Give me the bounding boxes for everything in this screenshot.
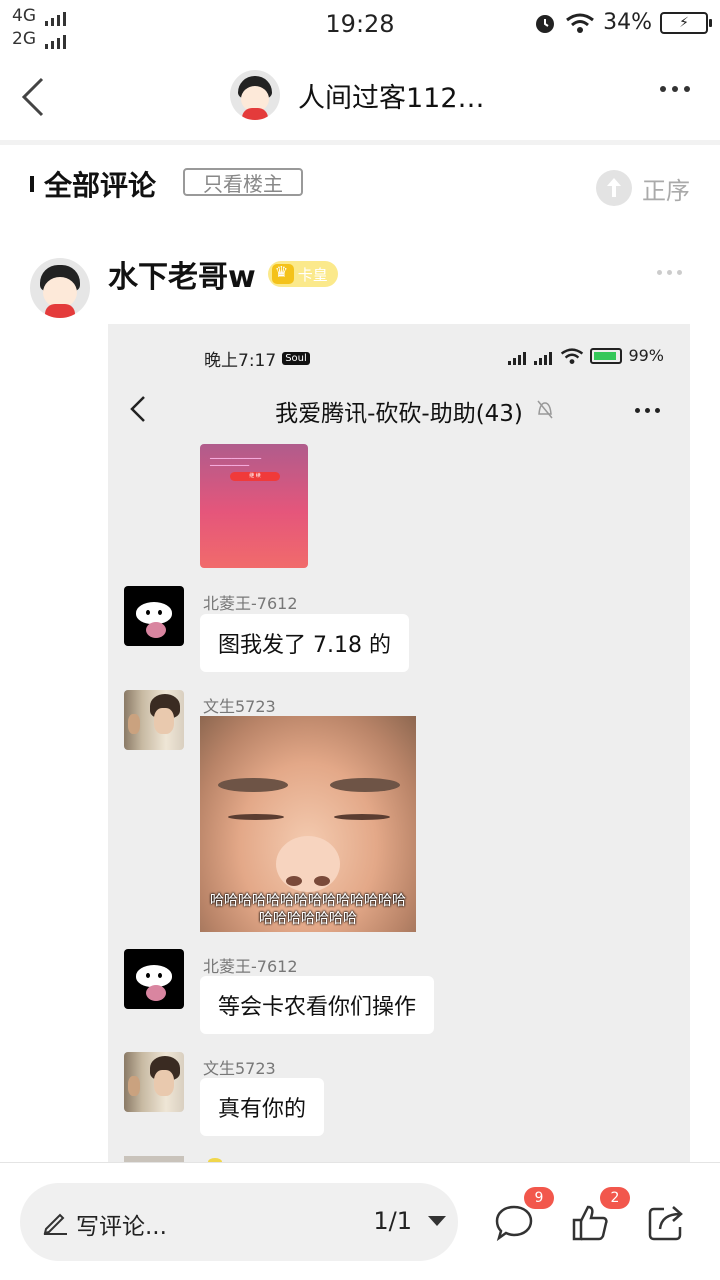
pen-icon (43, 1213, 67, 1235)
battery-percent: 34% (603, 10, 652, 35)
chat-title: 我爱腾讯-砍砍-助助(43) (275, 401, 523, 427)
comment-icon[interactable] (494, 1203, 534, 1243)
like-icon[interactable] (570, 1203, 610, 1243)
share-icon[interactable] (646, 1203, 686, 1243)
chevron-down-icon[interactable] (428, 1216, 446, 1226)
level-badge: 卡皇 (267, 261, 338, 287)
message-bubble: 真有你的 (200, 1078, 325, 1136)
battery-charging-icon: ⚡ (660, 11, 712, 34)
meme-caption: 哈哈哈哈哈哈哈哈哈哈哈哈哈哈哈哈哈哈哈哈哈 (210, 893, 406, 927)
sender-avatar (124, 949, 184, 1009)
comments-bar: 全部评论 只看楼主 正序 (0, 150, 720, 225)
muted-bell-icon (537, 400, 553, 419)
comments-title: 全部评论 (44, 169, 157, 202)
promo-button: 继 续 (230, 472, 280, 481)
message-bubble: 图我发了 7.18 的 (200, 614, 409, 672)
back-arrow-icon[interactable] (18, 75, 48, 119)
wifi-icon (561, 347, 584, 364)
signal-bars-icon (534, 346, 554, 365)
post-author-avatar[interactable] (30, 258, 90, 318)
shot-status-left: 晚上7:17 Soul (204, 346, 310, 371)
post-author-name[interactable]: 水下老哥w (108, 252, 256, 296)
post-author-row: 水下老哥w 卡皇 (108, 252, 338, 296)
header-user[interactable]: 人间过客112… (230, 70, 485, 120)
comment-count: 9 (524, 1187, 554, 1209)
only-op-button[interactable]: 只看楼主 (183, 168, 303, 196)
shot-battery: 99% (628, 346, 664, 365)
header-avatar[interactable] (230, 70, 280, 120)
more-dots-icon[interactable] (660, 86, 690, 92)
message-bubble: 等会卡农看你们操作 (200, 976, 435, 1034)
promo-card: ━━━━━━━━━━━━━━━━━ ━━━━━━━━━━━━━ 继 续 (200, 444, 308, 568)
comment-input[interactable]: 写评论... 1/1 (20, 1183, 458, 1261)
top-nav: 人间过客112… (0, 50, 720, 145)
crown-icon (271, 263, 294, 284)
sort-icon (596, 170, 632, 206)
sender-name: 北菱王-7612 (203, 957, 298, 976)
like-count: 2 (600, 1187, 630, 1209)
signal-bars-icon (508, 346, 528, 365)
shot-status-right: 99% (508, 346, 664, 365)
bottom-bar: 写评论... 1/1 9 2 (0, 1162, 720, 1280)
sender-avatar (124, 586, 184, 646)
header-title[interactable]: 人间过客112… (298, 76, 485, 115)
shot-status-time: 晚上7:17 (204, 351, 277, 371)
badge-label: 卡皇 (297, 265, 328, 284)
sort-button[interactable]: 正序 (596, 170, 690, 206)
post-more-icon[interactable] (657, 270, 682, 275)
sender-avatar (124, 1052, 184, 1112)
sender-name: 北菱王-7612 (203, 594, 298, 613)
alarm-icon (536, 14, 555, 33)
sender-name: 文生5723 (203, 697, 276, 716)
sort-label: 正序 (642, 176, 690, 205)
status-bar: 4G 2G 19:28 34% ⚡ (0, 0, 720, 50)
sender-name: 文生5723 (203, 1059, 276, 1078)
wifi-icon (566, 13, 595, 33)
promo-text: ━━━━━━━━━━━━━━━━━ ━━━━━━━━━━━━━ (210, 456, 262, 469)
sender-avatar (124, 690, 184, 750)
soul-app-icon: Soul (282, 352, 310, 365)
status-right: 34% ⚡ (533, 10, 712, 35)
comment-placeholder: 写评论... (76, 1214, 167, 1240)
page-indicator[interactable]: 1/1 (373, 1207, 412, 1235)
more-dots-icon (635, 408, 660, 413)
post-image[interactable]: 晚上7:17 Soul 99% 我爱腾讯-砍砍-助助(43) ━━━━━━━━━… (108, 324, 690, 1164)
battery-icon (590, 347, 623, 364)
section-marker (30, 176, 34, 192)
meme-image: 哈哈哈哈哈哈哈哈哈哈哈哈哈哈哈哈哈哈哈哈哈 (200, 716, 416, 932)
